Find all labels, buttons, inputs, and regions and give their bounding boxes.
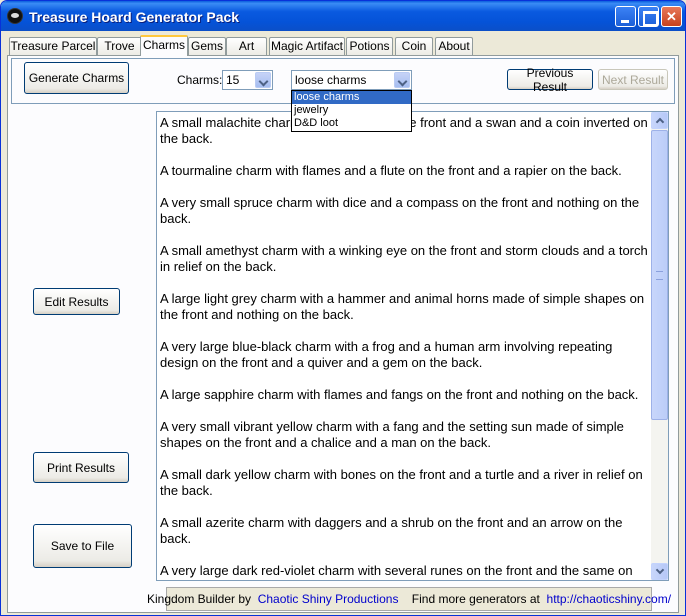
tab-art[interactable]: Art (226, 37, 267, 55)
result-item: A small azerite charm with daggers and a… (160, 515, 623, 546)
footer-bar: Kingdom Builder by Chaotic Shiny Product… (147, 587, 671, 611)
company-link[interactable]: Chaotic Shiny Productions (258, 592, 399, 606)
dropdown-option-loose-charms[interactable]: loose charms (292, 91, 411, 104)
result-item: A large sapphire charm with flames and f… (160, 387, 639, 402)
dropdown-option-jewelry[interactable]: jewelry (292, 104, 411, 117)
tab-gems[interactable]: Gems (188, 37, 226, 55)
charm-type-dropdown: loose charms jewelry D&D loot (291, 90, 412, 132)
result-item: A large light grey charm with a hammer a… (160, 291, 645, 322)
charms-count-select[interactable]: 15 (222, 70, 273, 90)
chevron-down-icon[interactable] (255, 72, 271, 88)
result-item: A very small spruce charm with dice and … (160, 195, 640, 226)
result-item: A very small vibrant yellow charm with a… (160, 419, 624, 450)
window-title: Treasure Hoard Generator Pack (29, 9, 240, 25)
result-item: A very large blue-black charm with a fro… (160, 339, 613, 370)
footer-prefix: Kingdom Builder by (146, 592, 252, 606)
scroll-thumb[interactable] (651, 130, 668, 420)
results-text: A small malachite charm with a sword on … (160, 115, 650, 580)
result-item: A small dark yellow charm with bones on … (160, 467, 643, 498)
result-item: A small amethyst charm with a winking ey… (160, 243, 648, 274)
tab-potions[interactable]: Potions (346, 37, 393, 55)
result-item: A very large dark red-violet charm with … (160, 563, 633, 578)
tab-treasure-parcel[interactable]: Treasure Parcel (9, 37, 97, 55)
edit-results-button[interactable]: Edit Results (33, 288, 120, 315)
tab-trove[interactable]: Trove (97, 37, 142, 55)
results-textbox[interactable]: A small malachite charm with a sword on … (156, 111, 669, 581)
generate-charms-button[interactable]: Generate Charms (24, 62, 129, 94)
close-button[interactable]: ✕ (661, 6, 682, 27)
scroll-up-icon[interactable] (651, 112, 668, 129)
next-result-button[interactable]: Next Result (598, 69, 668, 90)
charm-type-select[interactable]: loose charms (291, 70, 412, 90)
tab-coin[interactable]: Coin (395, 37, 433, 55)
save-to-file-button[interactable]: Save to File (33, 524, 132, 568)
previous-result-button[interactable]: Previous Result (507, 66, 593, 94)
charm-type-value: loose charms (295, 73, 367, 87)
maximize-button[interactable] (638, 6, 659, 27)
scroll-down-icon[interactable] (651, 563, 668, 580)
tab-charms[interactable]: Charms (140, 35, 188, 56)
footer-middle: Find more generators at (411, 592, 540, 606)
dropdown-option-dnd-loot[interactable]: D&D loot (292, 117, 411, 130)
title-bar[interactable]: Treasure Hoard Generator Pack ✕ (1, 1, 685, 31)
chevron-down-icon[interactable] (394, 72, 410, 88)
minimize-button[interactable] (615, 6, 636, 27)
charms-count-value: 15 (226, 73, 240, 87)
tab-about[interactable]: About (435, 37, 473, 55)
charms-count-label: Charms: (177, 73, 223, 87)
website-link[interactable]: http://chaoticshiny.com/ (547, 592, 672, 606)
result-item: A tourmaline charm with flames and a flu… (160, 163, 622, 178)
app-icon (7, 8, 23, 24)
tab-magic-artifact[interactable]: Magic Artifact (269, 37, 345, 55)
print-results-button[interactable]: Print Results (33, 452, 129, 483)
results-scrollbar[interactable] (651, 112, 668, 580)
app-window: Treasure Hoard Generator Pack ✕ Treasure… (0, 0, 686, 616)
